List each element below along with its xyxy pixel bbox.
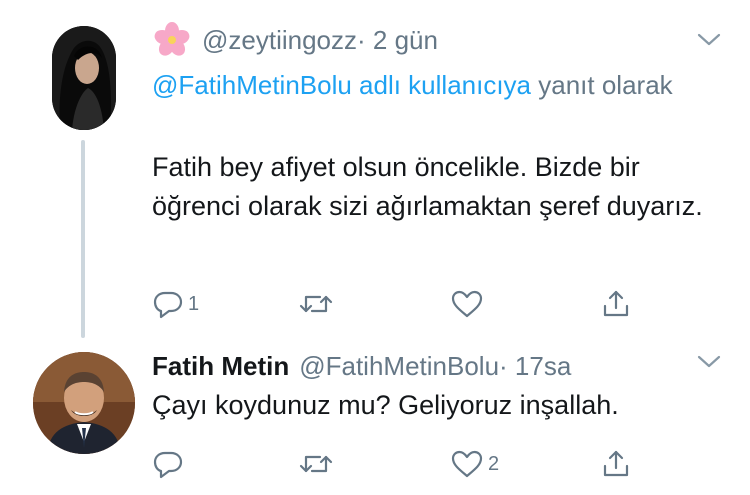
share-button[interactable] xyxy=(600,444,632,484)
chevron-down-icon[interactable] xyxy=(695,30,723,50)
user-display-name[interactable]: Fatih Metin xyxy=(152,351,289,382)
tweet-actions: 2 xyxy=(152,444,632,484)
reply-context-suffix: yanıt olarak xyxy=(531,70,673,100)
heart-icon xyxy=(451,290,483,318)
tweet-header: @zeytiingozz · 2 gün xyxy=(152,22,438,58)
chevron-down-icon[interactable] xyxy=(695,352,723,372)
share-button[interactable] xyxy=(600,284,632,324)
retweet-icon xyxy=(299,455,333,473)
timestamp[interactable]: · 2 gün xyxy=(357,25,438,56)
reply-button[interactable]: 1 xyxy=(152,284,199,324)
avatar[interactable] xyxy=(33,352,135,454)
timestamp[interactable]: · 17sa xyxy=(499,351,571,382)
tweet-text: Fatih bey afiyet olsun öncelikle. Bizde … xyxy=(152,152,703,221)
tweet-reply[interactable]: @zeytiingozz · 2 gün @FatihMetinBolu adl… xyxy=(0,0,750,340)
user-handle[interactable]: @FatihMetinBolu xyxy=(299,351,499,382)
user-handle[interactable]: @zeytiingozz xyxy=(202,25,357,56)
share-icon xyxy=(603,290,629,317)
thread-line xyxy=(81,140,85,338)
heart-icon xyxy=(451,450,483,478)
retweet-button[interactable] xyxy=(298,284,338,324)
share-icon xyxy=(603,450,629,477)
like-button[interactable] xyxy=(450,284,488,324)
tweet-text: Çayı koydunuz mu? Geliyoruz inşallah. xyxy=(152,390,619,420)
like-count: 2 xyxy=(488,452,500,475)
retweet-icon xyxy=(299,295,333,313)
tweet-actions: 1 xyxy=(152,284,632,324)
reply-button[interactable] xyxy=(152,444,188,484)
reply-icon xyxy=(153,291,183,319)
reply-count: 1 xyxy=(188,292,200,315)
tweet-header: Fatih Metin @FatihMetinBolu · 17sa xyxy=(152,346,571,386)
mention-link[interactable]: @FatihMetinBolu adlı kullanıcıya xyxy=(152,70,531,100)
avatar[interactable] xyxy=(52,26,116,130)
reply-icon xyxy=(153,451,183,479)
like-button[interactable]: 2 xyxy=(450,444,499,484)
reply-context: @FatihMetinBolu adlı kullanıcıya yanıt o… xyxy=(152,66,712,104)
retweet-button[interactable] xyxy=(298,444,338,484)
cherry-blossom-icon xyxy=(154,22,190,56)
